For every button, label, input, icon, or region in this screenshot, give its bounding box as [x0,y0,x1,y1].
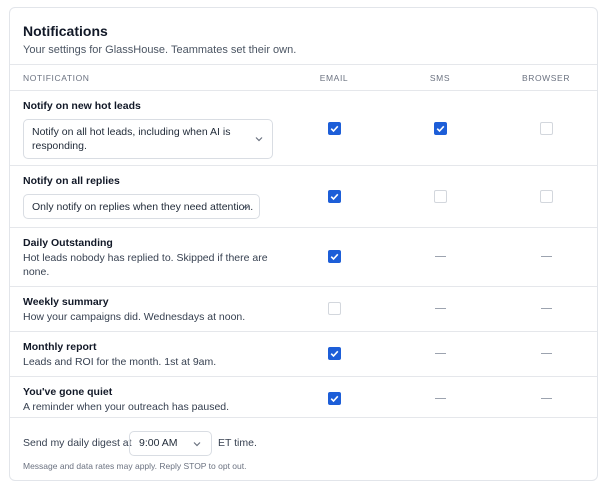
browser-checkbox[interactable] [540,122,553,135]
email-checkbox[interactable] [328,392,341,405]
table-row: Monthly report Leads and ROI for the mon… [10,331,597,376]
row-description: Hot leads nobody has replied to. Skipped… [23,252,268,278]
sms-unavailable-dash [435,308,446,309]
checkmark-icon [330,395,339,403]
browser-unavailable-dash [541,398,552,399]
disclaimer-text: Message and data rates may apply. Reply … [23,461,247,471]
row-title: You've gone quiet [23,386,113,398]
column-header-browser: BROWSER [521,72,571,83]
row-title: Notify on all replies [23,175,120,187]
sms-checkbox[interactable] [434,122,447,135]
table-row: Daily Outstanding Hot leads nobody has r… [10,227,597,286]
email-checkbox[interactable] [328,347,341,360]
digest-prefix: Send my daily digest at [23,437,132,449]
row-description: Leads and ROI for the month. 1st at 9am. [23,356,217,368]
select-value: Only notify on replies when they need at… [32,201,254,213]
browser-checkbox[interactable] [540,190,553,203]
browser-unavailable-dash [541,353,552,354]
column-header-email: EMAIL [319,72,349,83]
column-headers: NOTIFICATION EMAIL SMS BROWSER [10,65,597,90]
row-title: Monthly report [23,341,97,353]
row-title: Daily Outstanding [23,237,113,249]
checkmark-icon [330,125,339,133]
replies-select[interactable]: Only notify on replies when they need at… [23,194,260,219]
page-subtitle: Your settings for GlassHouse. Teammates … [23,44,297,56]
chevron-down-icon [241,202,251,212]
checkmark-icon [330,193,339,201]
chevron-down-icon [192,439,202,449]
row-title: Weekly summary [23,296,109,308]
email-checkbox[interactable] [328,250,341,263]
table-row: Notify on new hot leads Notify on all ho… [10,90,597,165]
hot-leads-select[interactable]: Notify on all hot leads, including when … [23,119,273,159]
page-title: Notifications [23,23,108,39]
row-title: Notify on new hot leads [23,100,141,112]
row-description: How your campaigns did. Wednesdays at no… [23,311,246,323]
email-checkbox[interactable] [328,190,341,203]
checkmark-icon [330,350,339,358]
email-checkbox[interactable] [328,122,341,135]
select-value: Notify on all hot leads, including when … [32,126,231,152]
checkmark-icon [330,253,339,261]
column-header-notification: NOTIFICATION [23,72,90,83]
browser-unavailable-dash [541,256,552,257]
table-row: You've gone quiet A reminder when your o… [10,376,597,421]
sms-checkbox[interactable] [434,190,447,203]
email-checkbox[interactable] [328,302,341,315]
chevron-down-icon [254,134,264,144]
digest-footer: Send my daily digest at 9:00 AM ET time.… [10,417,597,480]
digest-time-select[interactable]: 9:00 AM [129,431,212,456]
row-description: A reminder when your outreach has paused… [23,401,230,413]
checkmark-icon [436,125,445,133]
select-value: 9:00 AM [139,437,178,449]
sms-unavailable-dash [435,256,446,257]
notifications-card: Notifications Your settings for GlassHou… [9,7,598,481]
browser-unavailable-dash [541,308,552,309]
sms-unavailable-dash [435,353,446,354]
column-header-sms: SMS [429,72,451,83]
table-row: Weekly summary How your campaigns did. W… [10,286,597,331]
sms-unavailable-dash [435,398,446,399]
card-header: Notifications Your settings for GlassHou… [10,8,597,64]
table-row: Notify on all replies Only notify on rep… [10,165,597,227]
digest-suffix: ET time. [218,437,257,449]
